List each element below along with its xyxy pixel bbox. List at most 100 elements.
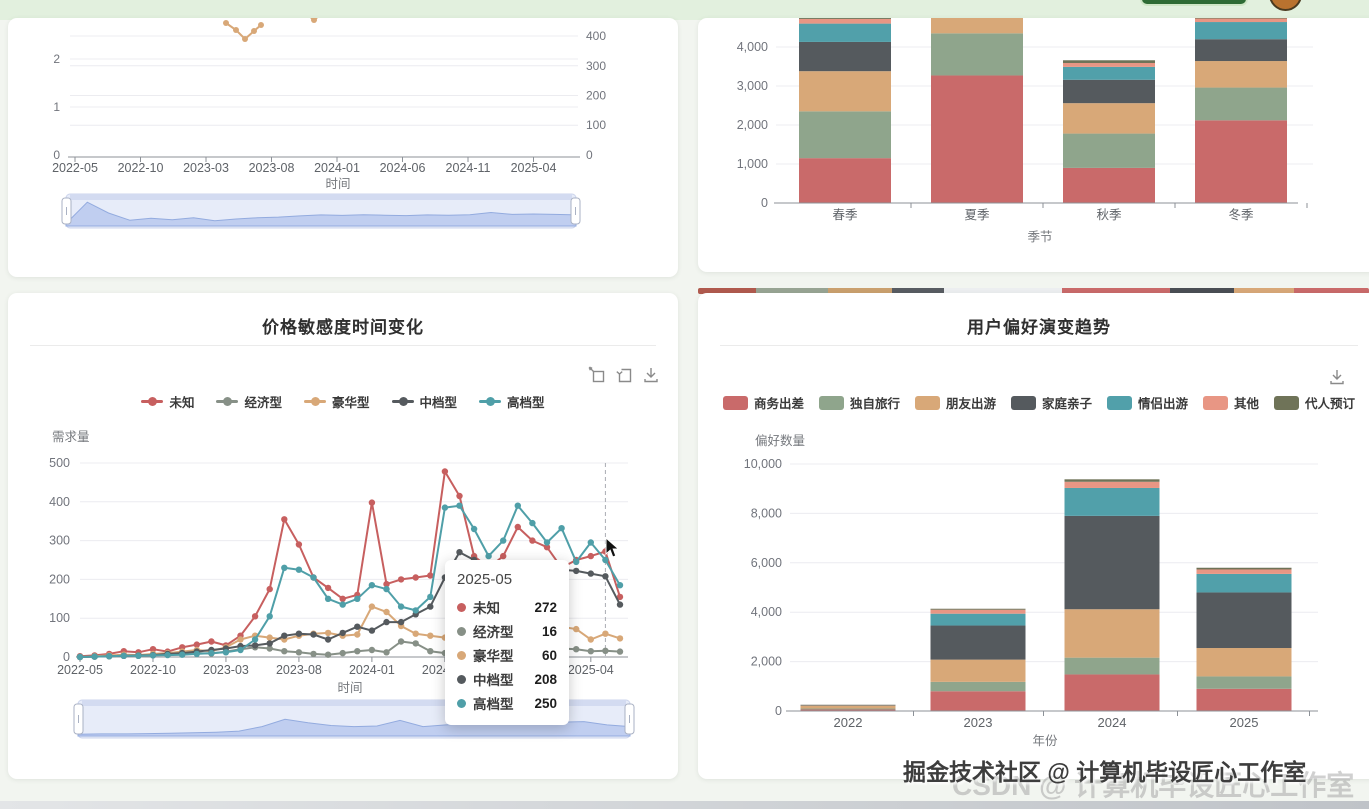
bar-segment[interactable]	[1063, 133, 1155, 168]
bar-segment[interactable]	[1064, 657, 1160, 675]
mouse-cursor	[605, 536, 621, 564]
svg-text:300: 300	[49, 534, 70, 548]
bar-segment[interactable]	[1195, 22, 1287, 40]
bar-segment[interactable]	[1195, 61, 1287, 88]
bar-segment[interactable]	[800, 708, 896, 710]
svg-text:1,000: 1,000	[737, 157, 768, 171]
bar-segment[interactable]	[931, 33, 1023, 76]
bar-segment[interactable]	[1196, 569, 1292, 574]
bar-segment[interactable]	[930, 613, 1026, 626]
bar-segment[interactable]	[1064, 515, 1160, 610]
svg-text:2023-08: 2023-08	[276, 663, 322, 677]
preference-trend-chart[interactable]: 偏好数量 0 2,000 4,000 6,000 8,000 10,000 2022 2023 2…	[698, 293, 1369, 779]
bar-segment[interactable]	[799, 71, 891, 112]
bar-segment[interactable]	[799, 18, 891, 24]
bar-segment[interactable]	[930, 681, 1026, 692]
bar-segment[interactable]	[1064, 674, 1160, 711]
svg-text:2024-01: 2024-01	[314, 161, 360, 175]
svg-text:2022: 2022	[834, 715, 863, 730]
navbar-button[interactable]	[1140, 0, 1248, 6]
bar-segment[interactable]	[930, 609, 1026, 614]
bottom-edge-strip	[0, 801, 1369, 809]
svg-text:2025-04: 2025-04	[511, 161, 557, 175]
bar-segment[interactable]	[1196, 648, 1292, 677]
tooltip-row: 未知 272	[457, 595, 557, 619]
stacked-bars[interactable]	[799, 18, 1287, 203]
preference-trend-card: 用户偏好演变趋势 商务出差 独自旅行 朋友出游 家庭亲子 情侣出游 其他 代人预…	[698, 293, 1369, 779]
svg-text:2024: 2024	[1098, 715, 1127, 730]
bar-segment[interactable]	[1196, 567, 1292, 570]
svg-text:4,000: 4,000	[751, 605, 782, 619]
svg-text:2022-05: 2022-05	[52, 161, 98, 175]
svg-text:0: 0	[63, 650, 70, 664]
stacked-bars[interactable]	[800, 479, 1292, 711]
svg-text:6,000: 6,000	[751, 556, 782, 570]
bar-segment[interactable]	[1196, 592, 1292, 649]
bar-segment[interactable]	[1195, 87, 1287, 121]
svg-text:100: 100	[586, 118, 606, 132]
bar-segment[interactable]	[1196, 676, 1292, 689]
svg-text:2024-01: 2024-01	[349, 663, 395, 677]
svg-text:需求量: 需求量	[52, 430, 90, 444]
bar-segment[interactable]	[799, 23, 891, 42]
bar-segment[interactable]	[799, 158, 891, 203]
bar-segment[interactable]	[1196, 573, 1292, 593]
bar-segment[interactable]	[800, 705, 896, 709]
demand-time-datazoom[interactable]	[61, 193, 581, 229]
bar-segment[interactable]	[1064, 479, 1160, 482]
bar-segment[interactable]	[930, 691, 1026, 711]
bar-segment[interactable]	[1063, 66, 1155, 80]
bar-segment[interactable]	[1063, 103, 1155, 134]
bar-segment[interactable]	[1063, 62, 1155, 67]
bar-segment[interactable]	[931, 75, 1023, 203]
svg-text:500: 500	[49, 456, 70, 470]
chart-tooltip: 2025-05 未知 272 经济型 16 豪华型 60 中档型 208 高档型 250	[445, 560, 569, 725]
svg-text:0: 0	[775, 704, 782, 718]
svg-text:时间: 时间	[325, 177, 350, 191]
bar-segment[interactable]	[799, 111, 891, 159]
svg-text:400: 400	[586, 29, 606, 43]
bar-segment[interactable]	[930, 625, 1026, 660]
svg-text:3,000: 3,000	[737, 79, 768, 93]
svg-text:300: 300	[586, 59, 606, 73]
demand-time-card: 0 1 2 0 100 200 300 400 2022-05 2022-10 2023-03 202…	[8, 18, 678, 277]
bar-segment[interactable]	[1063, 60, 1155, 63]
price-sensitivity-card: 价格敏感度时间变化 未知 经济型 豪华型 中档型 高档型 需求量 500 400 30…	[8, 293, 678, 779]
bar-segment[interactable]	[1063, 167, 1155, 203]
svg-text:2023-03: 2023-03	[203, 663, 249, 677]
bar-segment[interactable]	[1063, 79, 1155, 104]
bar-segment[interactable]	[1195, 39, 1287, 62]
svg-text:4,000: 4,000	[737, 40, 768, 54]
bar-segment[interactable]	[799, 18, 891, 19]
svg-text:2025-04: 2025-04	[568, 663, 614, 677]
svg-text:8,000: 8,000	[751, 506, 782, 520]
bar-segment[interactable]	[1195, 120, 1287, 203]
bar-segment[interactable]	[799, 41, 891, 72]
bar-segment[interactable]	[1064, 609, 1160, 658]
tooltip-row: 豪华型 60	[457, 643, 557, 667]
svg-text:10,000: 10,000	[744, 457, 782, 471]
series-dot	[457, 602, 466, 612]
svg-text:2022-10: 2022-10	[130, 663, 176, 677]
demand-time-chart[interactable]: 0 1 2 0 100 200 300 400 2022-05 2022-10 2023-03 202…	[8, 18, 678, 277]
price-sensitivity-chart[interactable]: 需求量 500 400 300 200 100 02022-05 2022-10 2023-03…	[8, 293, 678, 779]
bar-segment[interactable]	[1195, 18, 1287, 19]
series-dot	[457, 650, 466, 660]
svg-text:2023-03: 2023-03	[183, 161, 229, 175]
svg-text:年份: 年份	[1032, 734, 1058, 748]
svg-text:偏好数量: 偏好数量	[755, 433, 805, 448]
bar-segment[interactable]	[931, 18, 1023, 34]
seasonal-distribution-chart[interactable]: 0 1,000 2,000 3,000 4,000 春季 夏季 秋季 冬季季节	[698, 18, 1369, 272]
svg-text:0: 0	[761, 196, 768, 210]
bar-segment[interactable]	[930, 608, 1026, 610]
bar-segment[interactable]	[1196, 688, 1292, 711]
series-dot	[457, 698, 466, 708]
user-avatar[interactable]	[1269, 0, 1302, 11]
top-navbar	[0, 0, 1369, 20]
bar-segment[interactable]	[1064, 487, 1160, 516]
bar-segment[interactable]	[1195, 18, 1287, 23]
bar-segment[interactable]	[1064, 481, 1160, 488]
svg-text:1: 1	[53, 100, 60, 114]
bar-segment[interactable]	[930, 659, 1026, 682]
svg-text:秋季: 秋季	[1096, 208, 1122, 222]
